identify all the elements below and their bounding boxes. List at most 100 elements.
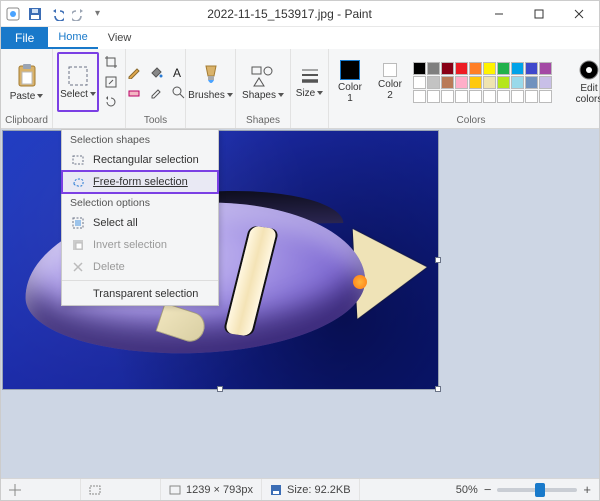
freeform-select-icon — [70, 174, 86, 190]
menu-separator — [62, 280, 218, 281]
color-swatch[interactable] — [455, 90, 468, 103]
menu-delete: Delete — [62, 256, 218, 278]
eraser-icon[interactable] — [126, 84, 142, 100]
group-tools: A Tools — [126, 49, 186, 128]
status-bar: 1239 × 793px Size: 92.2KB 50% − + — [1, 478, 599, 500]
shapes-icon — [250, 64, 276, 88]
color-swatch[interactable] — [413, 62, 426, 75]
paste-button[interactable]: Paste — [7, 53, 46, 111]
brushes-label: Brushes — [188, 90, 225, 101]
color-swatch[interactable] — [455, 76, 468, 89]
status-size-text: Size: 92.2KB — [287, 484, 351, 496]
color-swatch[interactable] — [539, 62, 552, 75]
color-swatch[interactable] — [469, 76, 482, 89]
brush-icon — [200, 64, 222, 88]
color-swatch[interactable] — [427, 62, 440, 75]
menu-invert-selection: Invert selection — [62, 234, 218, 256]
group-clipboard: Paste Clipboard — [1, 49, 53, 128]
crop-icon[interactable] — [103, 54, 119, 70]
menu-free-form-selection[interactable]: Free-form selection — [62, 171, 218, 193]
select-label: Select — [60, 89, 88, 100]
text-icon[interactable]: A — [170, 64, 186, 80]
zoom-thumb[interactable] — [535, 483, 545, 497]
size-button[interactable]: Size — [296, 53, 323, 111]
menu-transparent-selection[interactable]: Transparent selection — [62, 283, 218, 305]
color-swatch[interactable] — [441, 62, 454, 75]
fill-icon[interactable] — [148, 64, 164, 80]
menu-trans-label: Transparent selection — [93, 288, 198, 300]
color-swatch[interactable] — [511, 76, 524, 89]
image-tools — [103, 54, 119, 110]
menu-all-label: Select all — [93, 217, 138, 229]
shapes-label: Shapes — [242, 90, 276, 101]
resize-icon[interactable] — [103, 74, 119, 90]
resize-handle-bottom[interactable] — [217, 386, 223, 392]
color-swatch[interactable] — [483, 76, 496, 89]
resize-handle-right[interactable] — [435, 257, 441, 263]
titlebar: ▾ 2022-11-15_153917.jpg - Paint — [1, 1, 599, 27]
window-controls — [479, 1, 599, 27]
color-swatch[interactable] — [427, 76, 440, 89]
delete-icon — [70, 259, 86, 275]
rotate-icon[interactable] — [103, 94, 119, 110]
color-swatch[interactable] — [525, 90, 538, 103]
color-swatch[interactable] — [483, 90, 496, 103]
picker-icon[interactable] — [148, 84, 164, 100]
maximize-button[interactable] — [519, 1, 559, 27]
zoom-slider[interactable] — [497, 488, 577, 492]
crosshair-icon — [9, 484, 21, 496]
pencil-icon[interactable] — [126, 64, 142, 80]
magnifier-icon[interactable] — [170, 84, 186, 100]
chevron-down-icon — [278, 93, 284, 97]
color2-button[interactable]: Color 2 — [373, 53, 407, 111]
resize-handle-corner[interactable] — [435, 386, 441, 392]
tab-home[interactable]: Home — [48, 27, 97, 49]
color-swatch[interactable] — [525, 62, 538, 75]
select-button[interactable]: Select — [60, 55, 96, 109]
color-swatch[interactable] — [413, 90, 426, 103]
rect-select-icon — [70, 152, 86, 168]
color-swatch[interactable] — [441, 90, 454, 103]
undo-icon[interactable] — [49, 6, 65, 22]
menu-del-label: Delete — [93, 261, 125, 273]
size-icon — [300, 66, 320, 86]
color1-button[interactable]: Color 1 — [333, 53, 367, 111]
color-swatch[interactable] — [483, 62, 496, 75]
tab-view[interactable]: View — [98, 27, 142, 49]
color-swatch[interactable] — [413, 76, 426, 89]
color-swatch[interactable] — [539, 76, 552, 89]
select-highlight: Select — [57, 52, 99, 112]
save-icon[interactable] — [27, 6, 43, 22]
color-swatch[interactable] — [427, 90, 440, 103]
color-swatch[interactable] — [441, 76, 454, 89]
status-dim-text: 1239 × 793px — [186, 484, 253, 496]
color-palette[interactable] — [413, 62, 563, 103]
color-swatch[interactable] — [469, 62, 482, 75]
status-selection — [81, 479, 161, 500]
menu-header-options: Selection options — [62, 193, 218, 212]
redo-icon[interactable] — [71, 6, 87, 22]
minimize-button[interactable] — [479, 1, 519, 27]
color-swatch[interactable] — [497, 76, 510, 89]
color-swatch[interactable] — [497, 62, 510, 75]
workarea[interactable]: Selection shapes Rectangular selection F… — [1, 129, 599, 478]
menu-rectangular-selection[interactable]: Rectangular selection — [62, 149, 218, 171]
menu-select-all[interactable]: Select all — [62, 212, 218, 234]
zoom-out-button[interactable]: − — [484, 482, 492, 497]
close-button[interactable] — [559, 1, 599, 27]
edit-colors-icon — [578, 59, 600, 81]
tab-file[interactable]: File — [1, 27, 48, 49]
color-swatch[interactable] — [511, 62, 524, 75]
brushes-button[interactable]: Brushes — [190, 53, 232, 111]
menu-rect-label: Rectangular selection — [93, 154, 199, 166]
zoom-in-button[interactable]: + — [583, 482, 591, 497]
color-swatch[interactable] — [511, 90, 524, 103]
edit-colors-button[interactable]: Edit colors — [569, 53, 600, 111]
color-swatch[interactable] — [497, 90, 510, 103]
shapes-button[interactable]: Shapes — [242, 53, 284, 111]
color-swatch[interactable] — [469, 90, 482, 103]
color-swatch[interactable] — [455, 62, 468, 75]
color-swatch[interactable] — [539, 90, 552, 103]
color-swatch[interactable] — [525, 76, 538, 89]
edit-colors-label: Edit colors — [576, 83, 600, 105]
